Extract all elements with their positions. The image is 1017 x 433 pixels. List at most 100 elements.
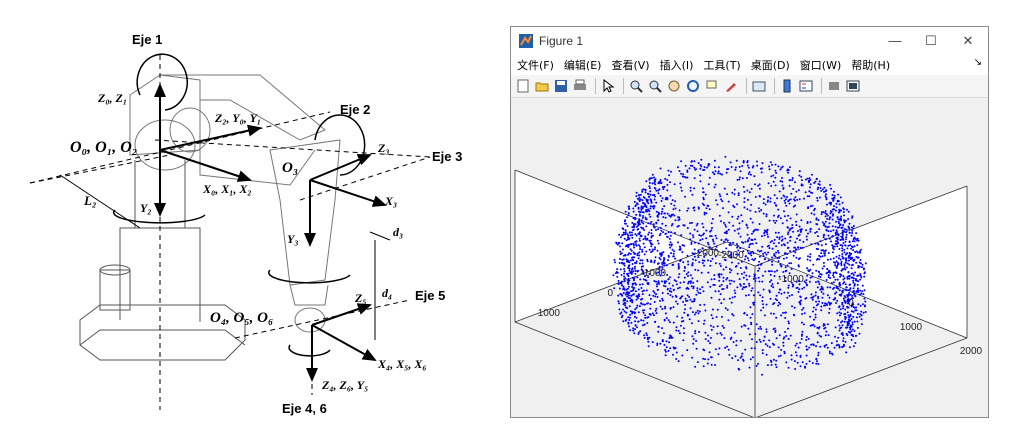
- scatter-point: [825, 330, 828, 333]
- scatter-point: [785, 204, 788, 207]
- scatter-point: [825, 302, 828, 305]
- legend-icon[interactable]: [798, 78, 814, 94]
- link-plot-icon[interactable]: [751, 78, 767, 94]
- scatter-point: [741, 220, 744, 223]
- pointer-icon[interactable]: [600, 78, 616, 94]
- scatter-point: [655, 222, 658, 225]
- scatter-point: [680, 234, 683, 237]
- scatter-point: [845, 286, 848, 289]
- save-icon[interactable]: [553, 78, 569, 94]
- menu-file[interactable]: 文件(F): [517, 57, 554, 73]
- maximize-button[interactable]: ☐: [911, 27, 951, 55]
- scatter-point: [630, 231, 633, 234]
- scatter-point: [770, 270, 773, 273]
- scatter-point: [748, 275, 751, 278]
- scatter-point: [778, 256, 781, 259]
- data-cursor-icon[interactable]: [704, 78, 720, 94]
- brush-icon[interactable]: [723, 78, 739, 94]
- scatter-point: [746, 164, 749, 167]
- scatter-point: [627, 264, 630, 267]
- new-figure-icon[interactable]: [515, 78, 531, 94]
- menu-insert[interactable]: 插入(I): [660, 57, 694, 73]
- scatter-point: [642, 188, 645, 191]
- scatter-point: [647, 316, 650, 319]
- hide-plot-tools-icon[interactable]: [826, 78, 842, 94]
- scatter-point: [632, 224, 635, 227]
- scatter-point: [849, 313, 852, 316]
- scatter-point: [795, 190, 798, 193]
- scatter-point: [722, 276, 725, 279]
- scatter-point: [675, 329, 678, 332]
- scatter-point: [848, 231, 851, 234]
- scatter-point: [788, 262, 791, 265]
- pan-icon[interactable]: [666, 78, 682, 94]
- scatter-point: [681, 295, 684, 298]
- scatter-point: [703, 213, 706, 216]
- scatter-point: [704, 309, 707, 312]
- menu-tools[interactable]: 工具(T): [703, 57, 740, 73]
- print-icon[interactable]: [572, 78, 588, 94]
- scatter-point: [629, 313, 632, 316]
- scatter-point: [643, 253, 646, 256]
- scatter-point: [691, 264, 694, 267]
- scatter-point: [818, 180, 821, 183]
- zoom-out-icon[interactable]: [647, 78, 663, 94]
- scatter-point: [821, 302, 824, 304]
- scatter-point: [739, 247, 742, 250]
- scatter-point: [687, 263, 690, 266]
- scatter-point: [814, 308, 817, 311]
- scatter-point: [710, 356, 713, 359]
- menu-edit[interactable]: 编辑(E): [564, 57, 602, 73]
- scatter-point: [641, 248, 644, 251]
- scatter-point: [840, 226, 843, 229]
- scatter-point: [834, 292, 836, 295]
- scatter-point: [778, 291, 780, 294]
- scatter-point: [667, 319, 670, 322]
- zoom-in-icon[interactable]: [628, 78, 644, 94]
- scatter-point: [683, 269, 686, 272]
- scatter-point: [805, 178, 807, 181]
- scatter3-axes[interactable]: 0500100015002000-2000-1000010002000-2000…: [511, 98, 988, 417]
- scatter-point: [757, 184, 760, 187]
- menu-window[interactable]: 窗口(W): [800, 57, 841, 73]
- minimize-button[interactable]: —: [875, 27, 915, 55]
- scatter-point: [847, 271, 850, 274]
- scatter-point: [840, 262, 843, 265]
- scatter-point: [729, 338, 732, 340]
- scatter-point: [798, 198, 801, 201]
- scatter-point: [804, 297, 807, 300]
- rotate-3d-icon[interactable]: [685, 78, 701, 94]
- scatter-point: [689, 189, 692, 192]
- scatter-point: [757, 327, 760, 330]
- scatter-point: [693, 177, 696, 180]
- menu-view[interactable]: 查看(V): [611, 57, 649, 73]
- scatter-point: [821, 296, 824, 299]
- scatter-point: [840, 269, 843, 272]
- axis-label-eje46: Eje 4, 6: [282, 401, 327, 416]
- scatter-point: [737, 359, 739, 362]
- close-button[interactable]: ✕: [948, 27, 988, 55]
- scatter-point: [702, 322, 705, 325]
- menu-desktop[interactable]: 桌面(D): [751, 57, 790, 73]
- scatter-point: [837, 287, 840, 290]
- scatter-point: [703, 319, 706, 322]
- scatter-point: [652, 294, 655, 297]
- scatter-point: [668, 243, 671, 246]
- scatter-point: [850, 247, 853, 250]
- scatter-point: [733, 229, 736, 232]
- open-icon[interactable]: [534, 78, 550, 94]
- scatter-point: [650, 236, 653, 239]
- scatter-point: [814, 316, 817, 319]
- scatter-point: [785, 335, 788, 337]
- menu-help[interactable]: 帮助(H): [851, 57, 890, 73]
- scatter-point: [803, 312, 806, 315]
- scatter-point: [712, 238, 714, 241]
- show-plot-tools-icon[interactable]: [845, 78, 861, 94]
- dock-figure-icon[interactable]: ↘: [974, 57, 982, 68]
- colorbar-icon[interactable]: [779, 78, 795, 94]
- scatter-point: [618, 287, 621, 290]
- scatter-point: [666, 287, 669, 290]
- scatter-point: [649, 215, 652, 218]
- scatter-point: [762, 303, 764, 306]
- scatter-point: [860, 323, 863, 326]
